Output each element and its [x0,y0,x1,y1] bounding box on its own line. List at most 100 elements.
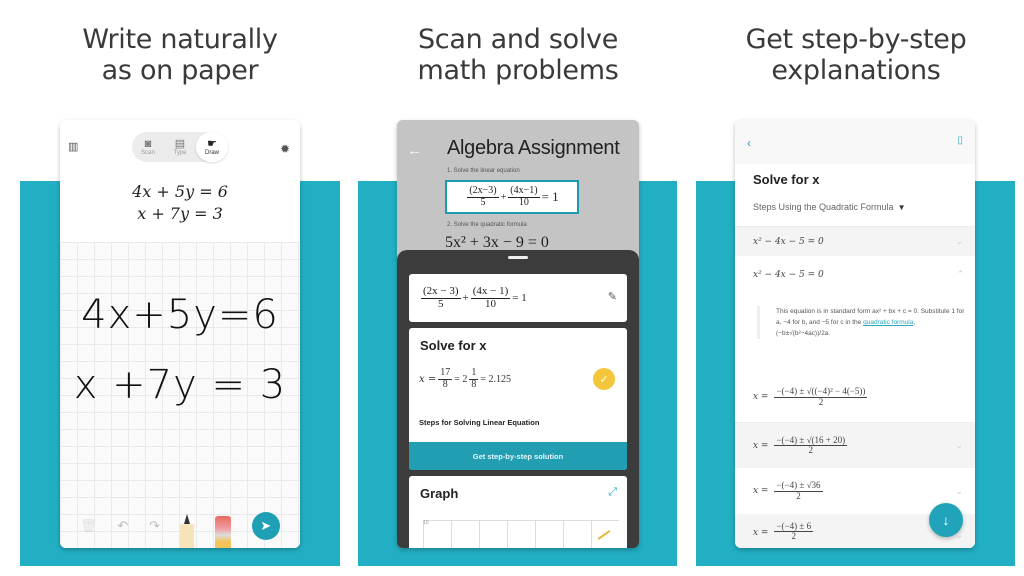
operator: + [500,191,507,203]
formula-lhs: x = [753,440,769,451]
phone-steps-screen: ‹ ▯ Solve for x Steps Using the Quadrati… [735,120,975,548]
typeset-equation: x + 7y = 3 [137,204,223,223]
phone-draw-screen: ▥ ◙ Scan ▤ Type ☛ Draw ✹ 4x + 5y = 6 x +… [60,120,300,548]
caption-line: Scan and solve [417,24,619,55]
numerator: (2x−3) [467,185,499,198]
send-button[interactable]: ➤ [251,512,280,540]
hand-draw-icon: ☛ [207,138,217,150]
undo-icon[interactable]: ↶ [117,518,128,534]
fraction: (4x−1) 10 [508,185,540,208]
chevron-up-icon: ⌃ [955,270,963,280]
caption-line: Write naturally [82,24,278,55]
pencil-tool[interactable] [180,514,195,548]
history-icon[interactable]: ▥ [68,140,78,153]
denominator: 2 [791,531,797,542]
redo-icon[interactable]: ↷ [149,518,160,534]
fraction: (4x − 1) 10 [470,284,511,310]
denominator: 5 [438,297,444,310]
results-sheet: (2x − 3) 5 + (4x − 1) 10 = 1 ✎ Solve for x… [397,250,639,548]
formula-row: x = −(−4) ± √((−4)² − 4(−5)) 2 [735,372,975,422]
solution-title: Solve for x [420,338,487,353]
numerator: 17 [438,367,453,380]
drawing-canvas[interactable]: 4x+5y=6 x +7y = 3 [60,242,300,548]
step-explanation: This equation is in standard form ax² + … [757,306,967,339]
fraction: −(−4) ± √36 2 [774,480,823,501]
recognized-equation-card[interactable]: (2x − 3) 5 + (4x − 1) 10 = 1 ✎ [409,274,627,322]
mode-label: Draw [204,150,219,156]
caret-down-icon: ▼ [897,203,906,212]
question-label: 1. Solve the linear equation [447,168,520,174]
mode-scan-button[interactable]: ◙ Scan [132,132,164,162]
denominator: 2 [796,490,801,501]
caption-scan: Scan and solve math problems [358,24,678,86]
caption-write: Write naturally as on paper [20,24,340,86]
denominator: 10 [485,297,497,310]
equation-rhs: = 1 [541,189,559,204]
steps-title: Solve for x [753,172,820,187]
scan-selection-box[interactable]: (2x−3) 5 + (4x−1) 10 = 1 [445,180,579,214]
denominator: 8 [471,378,477,390]
phone-scan-screen: ← Algebra Assignment 1. Solve the linear… [397,120,639,548]
method-label: Steps Using the Quadratic Formula [753,202,894,212]
denominator: 2 [808,445,814,455]
back-chevron-icon[interactable]: ‹ [747,136,751,150]
back-arrow-icon[interactable]: ← [407,142,422,159]
bookmark-icon[interactable]: ▯ [957,135,963,146]
equation-rhs: = 1 [512,292,527,304]
expand-icon[interactable]: ⤢ [608,486,617,499]
nav-bar: ‹ ▯ [735,120,975,164]
handwritten-equation: 4x+5y=6 [81,292,279,338]
eraser-tool[interactable] [215,516,232,548]
denominator: 10 [518,196,529,208]
camera-icon: ◙ [144,138,152,150]
keyboard-icon: ▤ [174,138,186,150]
numerator: 1 [469,367,479,380]
mixed-whole: = 2 [454,373,468,385]
caption-line: explanations [771,55,941,86]
drawing-toolbar: 🗑 ↶ ↷ ➤ [60,504,300,548]
formula-lhs: x = [753,392,769,402]
handwritten-equation: x +7y = 3 [73,362,287,408]
mode-type-button[interactable]: ▤ Type [164,132,196,162]
mode-label: Type [173,150,187,156]
document-title: Algebra Assignment [447,137,620,159]
denominator: 2 [818,396,824,407]
fraction: (2x − 3) 5 [421,284,461,310]
scroll-down-button[interactable]: ↓ [929,503,963,537]
fraction: 17 8 [438,367,453,390]
fraction: (2x−3) 5 [467,185,499,208]
steps-label: Steps for Solving Linear Equation [419,418,540,427]
step-row[interactable]: x² − 4x − 5 = 0 ⌄ [735,226,975,256]
camera-preview: ← Algebra Assignment 1. Solve the linear… [397,120,639,260]
method-dropdown[interactable]: Steps Using the Quadratic Formula ▼ [753,202,906,212]
operator: + [462,292,469,304]
denominator: 8 [442,378,448,390]
caption-line: math problems [417,55,619,86]
mode-draw-button[interactable]: ☛ Draw [196,132,228,162]
caption-steps: Get step-by-step explanations [696,24,1016,86]
solution-answer: x = 17 8 = 2 18 = 2.125 [419,367,511,390]
settings-icon[interactable]: ✹ [280,142,290,156]
mode-label: Scan [141,150,155,156]
graph-title: Graph [420,486,459,501]
input-mode-switch: ◙ Scan ▤ Type ☛ Draw [132,132,228,162]
graph-plot[interactable] [423,520,619,548]
step-row-expanded[interactable]: x² − 4x − 5 = 0 ⌃ [735,260,975,290]
step-by-step-button[interactable]: Get step-by-step solution [409,442,627,470]
trash-icon[interactable]: 🗑 [80,518,97,534]
sheet-drag-handle[interactable] [508,256,528,259]
numerator: −(−4) ± √((−4)² − 4(−5)) [774,386,868,398]
fraction: 18 [469,367,479,390]
edit-icon[interactable]: ✎ [608,290,617,303]
chevron-down-icon: ⌄ [955,440,963,450]
chevron-down-icon: ⌄ [955,485,963,496]
numerator: (2x − 3) [421,284,461,299]
quadratic-formula-link[interactable]: quadratic formula [863,319,913,326]
denominator: 5 [480,196,486,208]
formula-row[interactable]: x = −(−4) ± √(16 + 20) 2 ⌄ [735,422,975,468]
numerator: (4x − 1) [470,284,511,299]
checkmark-icon: ✓ [593,368,615,390]
decimal-answer: = 2.125 [480,373,511,385]
step-equation: x² − 4x − 5 = 0 [753,236,824,247]
caption-line: Get step-by-step [745,24,967,55]
